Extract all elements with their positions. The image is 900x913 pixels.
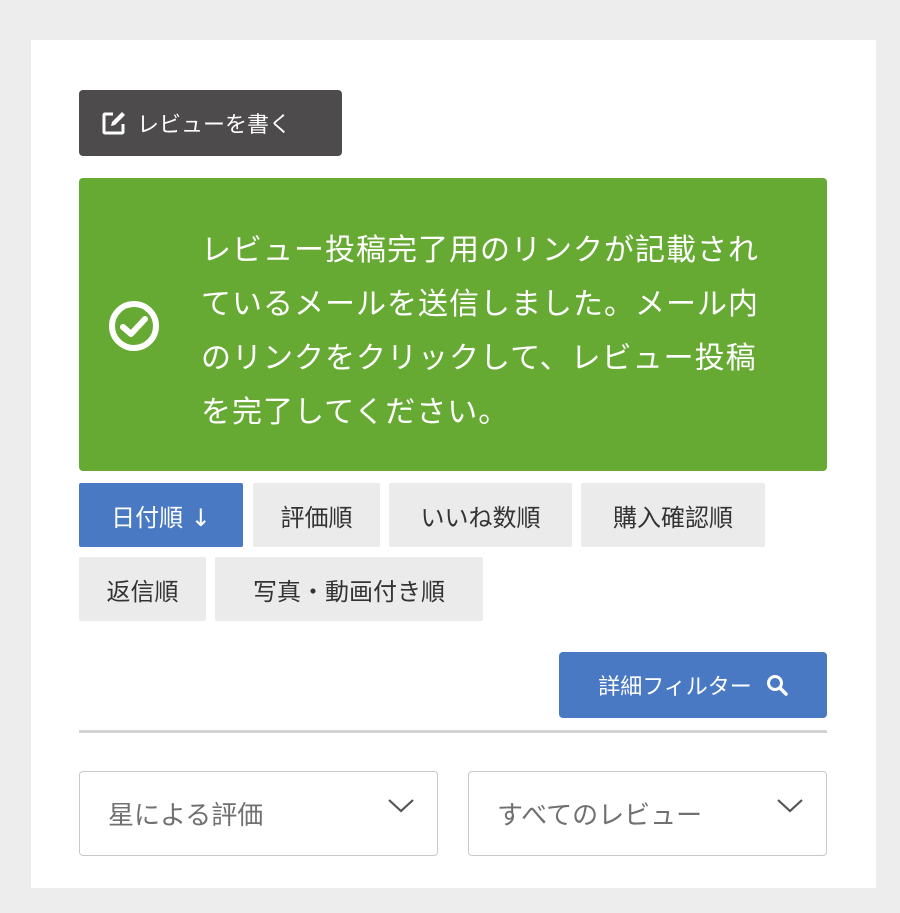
alert-line: レビュー投稿完了用のリンクが記載され — [201, 233, 759, 268]
review-panel: レビューを書く レビュー投稿完了用のリンクが記載され ているメールを送信しました… — [31, 40, 876, 888]
chevron-down-icon — [388, 799, 414, 813]
search-icon — [766, 675, 788, 696]
tab-sort-replies[interactable]: 返信順 — [79, 557, 206, 621]
tab-sort-purchase[interactable]: 購入確認順 — [581, 483, 765, 547]
review-type-select[interactable]: すべてのレビュー — [468, 771, 827, 856]
check-circle-icon — [109, 301, 159, 351]
alert-line: を完了してください。 — [201, 395, 510, 430]
edit-icon — [99, 108, 129, 138]
star-rating-select-value: 星による評価 — [108, 801, 264, 831]
success-alert: レビュー投稿完了用のリンクが記載され ているメールを送信しました。メール内 のリ… — [79, 178, 827, 471]
review-type-select-value: すべてのレビュー — [497, 801, 703, 831]
tab-sort-likes[interactable]: いいね数順 — [389, 483, 572, 547]
tab-sort-date[interactable]: 日付順 ↓ — [79, 483, 243, 547]
star-rating-select[interactable]: 星による評価 — [79, 771, 438, 856]
detail-filter-label: 詳細フィルター — [598, 675, 752, 700]
chevron-down-icon — [777, 799, 803, 813]
detail-filter-button[interactable]: 詳細フィルター — [559, 652, 827, 718]
tab-sort-media[interactable]: 写真・動画付き順 — [215, 557, 483, 621]
alert-message: レビュー投稿完了用のリンクが記載され ているメールを送信しました。メール内 のリ… — [201, 224, 801, 440]
write-review-button[interactable]: レビューを書く — [79, 90, 342, 156]
write-review-label: レビューを書く — [137, 113, 292, 138]
alert-line: のリンクをクリックして、レビュー投稿 — [201, 341, 757, 376]
tab-sort-rating[interactable]: 評価順 — [253, 483, 380, 547]
divider — [79, 730, 827, 733]
alert-line: ているメールを送信しました。メール内 — [201, 287, 759, 322]
